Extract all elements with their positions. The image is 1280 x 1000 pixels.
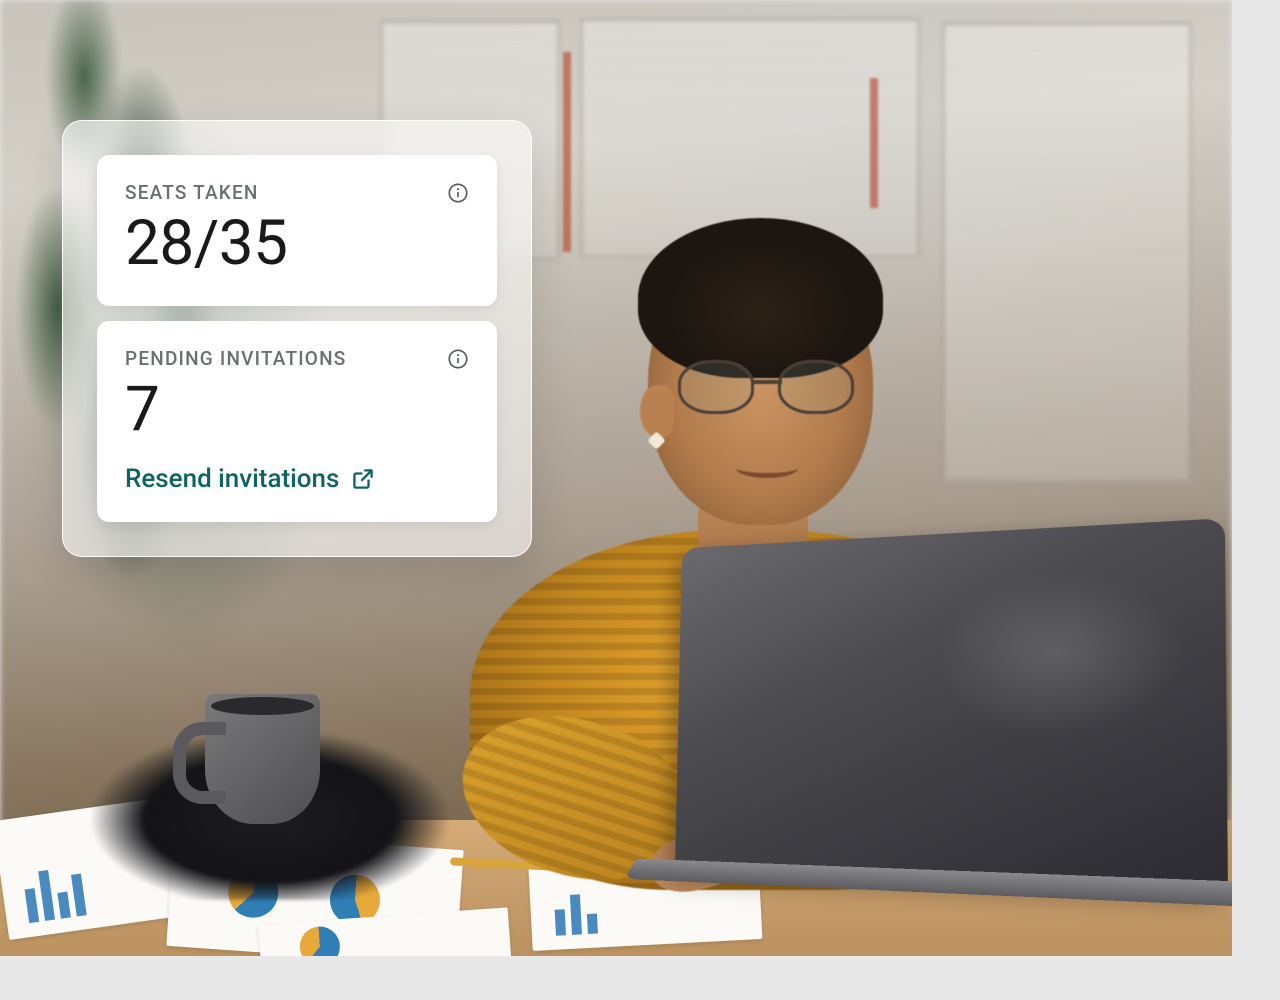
stats-overlay-panel: SEATS TAKEN 28/35 PENDING INVITATIONS bbox=[62, 120, 532, 557]
pending-invitations-card: PENDING INVITATIONS 7 Resend invitations bbox=[97, 321, 497, 522]
external-link-icon bbox=[351, 467, 375, 491]
seats-taken-label: SEATS TAKEN bbox=[125, 181, 259, 204]
info-icon[interactable] bbox=[447, 182, 469, 204]
info-icon[interactable] bbox=[447, 348, 469, 370]
pending-invitations-value: 7 bbox=[125, 376, 469, 444]
resend-invitations-link[interactable]: Resend invitations bbox=[125, 464, 375, 494]
resend-invitations-label: Resend invitations bbox=[125, 464, 339, 494]
seats-taken-value: 28/35 bbox=[125, 210, 469, 278]
pending-invitations-label: PENDING INVITATIONS bbox=[125, 347, 346, 370]
seats-taken-card: SEATS TAKEN 28/35 bbox=[97, 155, 497, 306]
